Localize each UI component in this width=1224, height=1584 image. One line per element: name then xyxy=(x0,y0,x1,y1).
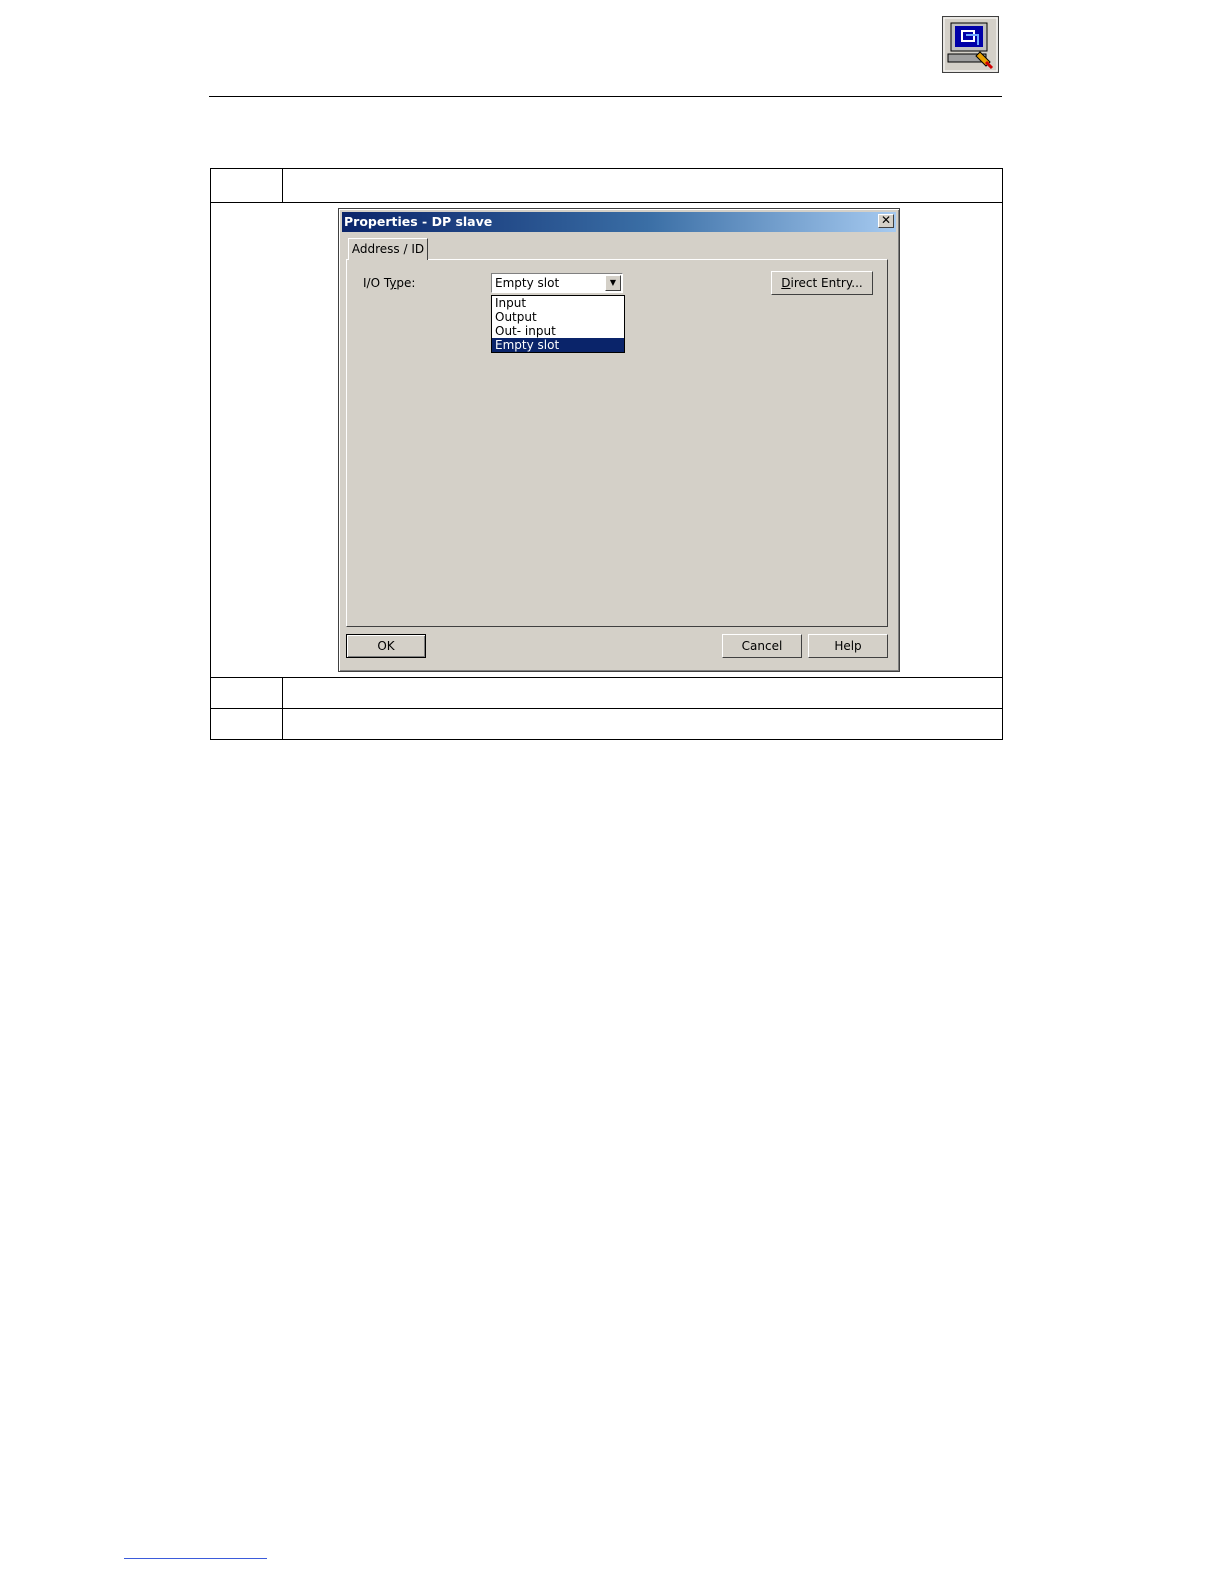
step-text-cell xyxy=(282,168,1003,203)
help-button[interactable]: Help xyxy=(808,634,888,658)
dialog-titlebar[interactable]: Properties - DP slave ✕ xyxy=(342,212,896,232)
chevron-down-icon[interactable]: ▼ xyxy=(605,275,621,291)
table-row xyxy=(210,677,1003,709)
properties-dialog: Properties - DP slave ✕ Address / ID I/O… xyxy=(338,208,900,672)
close-icon: ✕ xyxy=(880,213,892,227)
dialog-title: Properties - DP slave xyxy=(344,214,493,229)
computer-monitor-icon xyxy=(942,16,999,73)
dropdown-option-empty-slot[interactable]: Empty slot xyxy=(492,338,624,352)
footnote-rule xyxy=(124,1558,267,1559)
step-text-cell xyxy=(282,677,1003,709)
io-type-label: I/O Type: xyxy=(363,276,416,290)
close-button[interactable]: ✕ xyxy=(878,214,894,228)
direct-entry-button[interactable]: Direct Entry... xyxy=(771,271,873,295)
figure-cell: Properties - DP slave ✕ Address / ID I/O… xyxy=(210,202,1003,678)
cancel-button[interactable]: Cancel xyxy=(722,634,802,658)
step-number-cell xyxy=(210,677,283,709)
dropdown-option-input[interactable]: Input xyxy=(492,296,624,310)
step-number-cell xyxy=(210,168,283,203)
step-text-cell xyxy=(282,708,1003,740)
header-rule xyxy=(209,96,1002,97)
tab-address-id[interactable]: Address / ID xyxy=(348,238,428,260)
io-type-value: Empty slot xyxy=(495,276,560,290)
tab-panel: I/O Type: Empty slot ▼ Input Output Out-… xyxy=(346,259,888,627)
io-type-dropdown-list: Input Output Out- input Empty slot xyxy=(491,295,625,353)
tab-label: Address / ID xyxy=(351,242,425,256)
steps-table: Properties - DP slave ✕ Address / ID I/O… xyxy=(210,168,1003,740)
table-row xyxy=(210,168,1003,203)
io-type-select[interactable]: Empty slot ▼ xyxy=(491,273,623,293)
step-number-cell xyxy=(210,708,283,740)
dropdown-option-output[interactable]: Output xyxy=(492,310,624,324)
table-row xyxy=(210,708,1003,740)
table-row-figure: Properties - DP slave ✕ Address / ID I/O… xyxy=(210,202,1003,678)
dropdown-option-out-input[interactable]: Out- input xyxy=(492,324,624,338)
ok-button[interactable]: OK xyxy=(346,634,426,658)
